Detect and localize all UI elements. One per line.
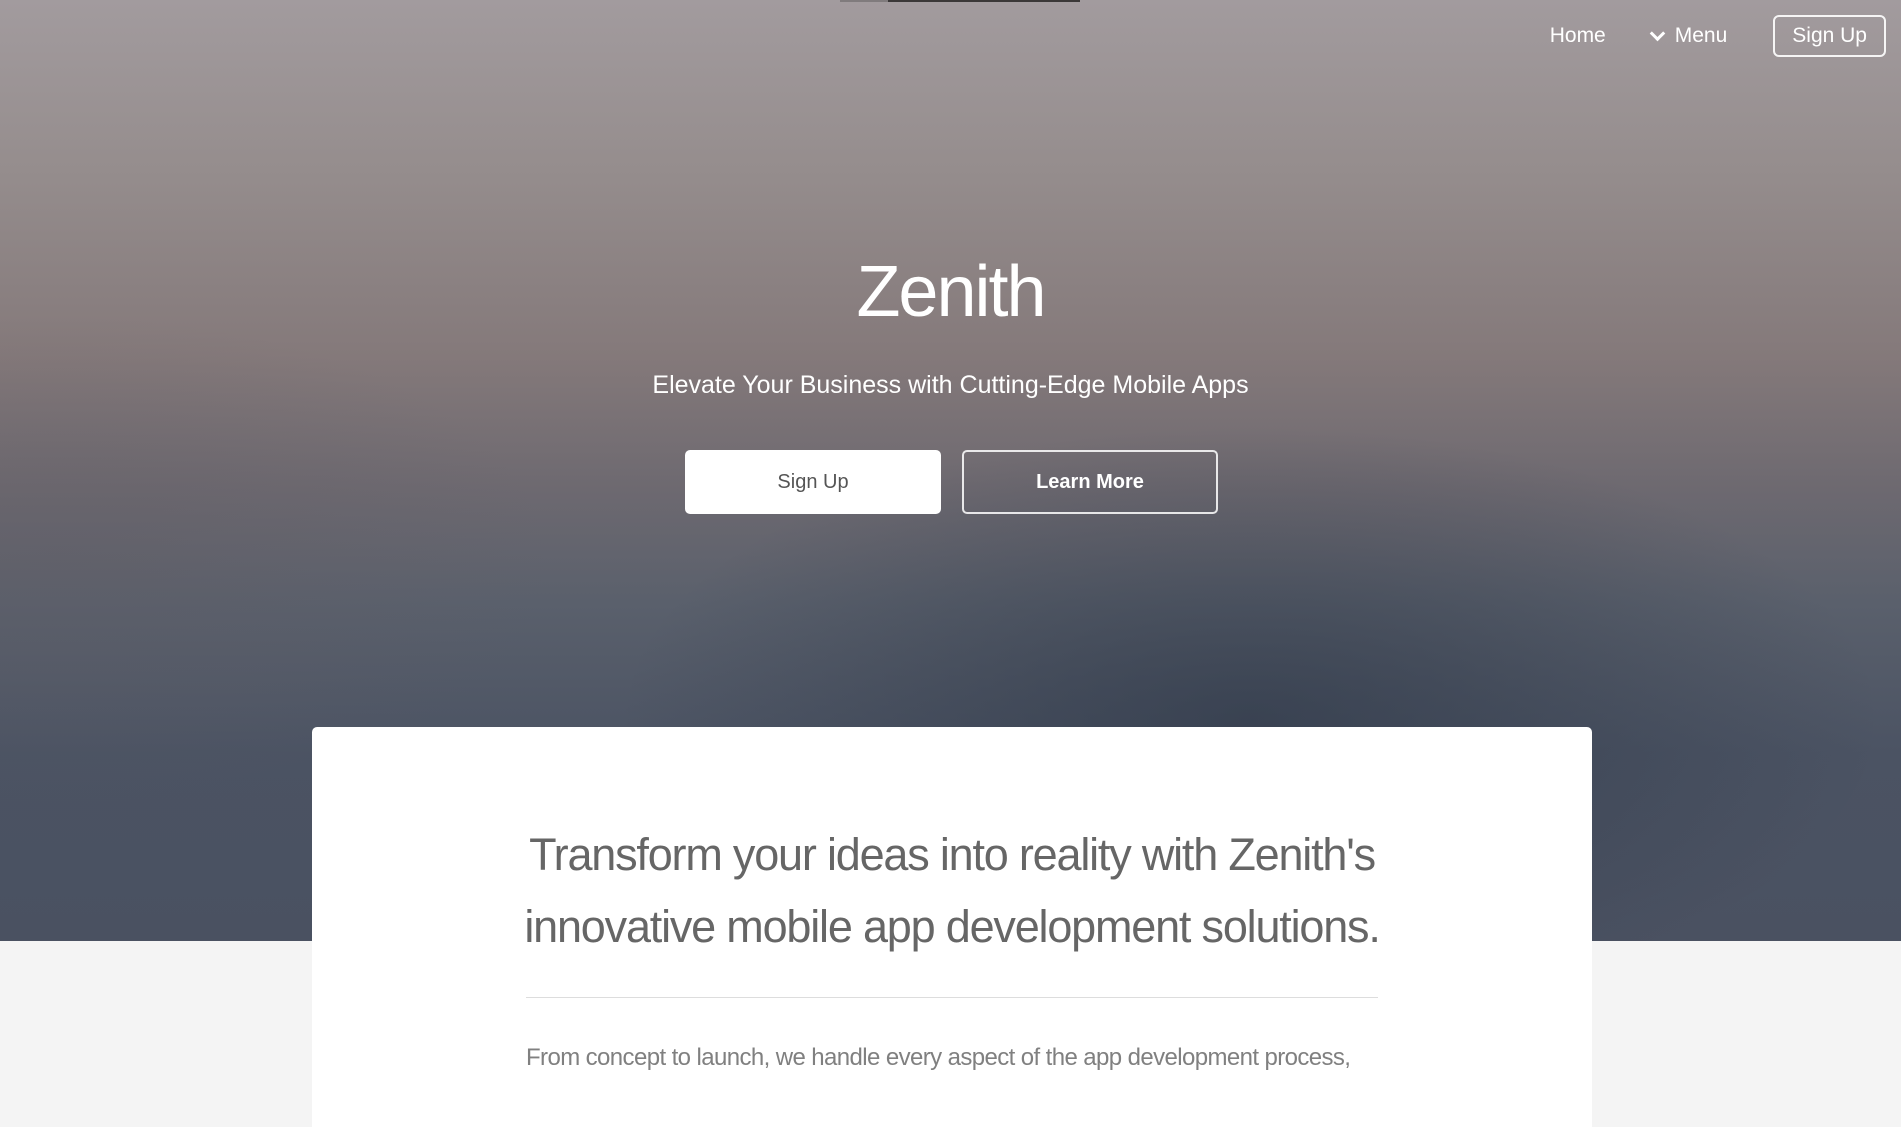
intro-card: Transform your ideas into reality with Z…: [312, 727, 1592, 1127]
chevron-down-icon: [1649, 25, 1666, 41]
nav-menu-toggle[interactable]: Menu: [1649, 24, 1728, 48]
top-scroll-indicator: [840, 0, 1080, 2]
top-navigation: Home Menu Sign Up: [1550, 15, 1886, 57]
nav-signup-button[interactable]: Sign Up: [1773, 15, 1886, 57]
nav-home-label: Home: [1549, 24, 1606, 47]
intro-line-1: Transform your ideas into reality with Z…: [529, 829, 1376, 880]
intro-heading: Transform your ideas into reality with Z…: [312, 819, 1592, 963]
hero-subtitle: Elevate Your Business with Cutting-Edge …: [652, 371, 1249, 399]
section-divider: [526, 997, 1378, 998]
hero-title: Zenith: [856, 252, 1046, 332]
nav-menu-label: Menu: [1674, 24, 1728, 47]
intro-line-2: innovative mobile app development soluti…: [524, 901, 1380, 952]
hero-signup-button[interactable]: Sign Up: [685, 450, 941, 514]
learn-more-button[interactable]: Learn More: [962, 450, 1218, 514]
intro-body-text: From concept to launch, we handle every …: [526, 1044, 1351, 1071]
nav-home-link[interactable]: Home: [1550, 24, 1606, 48]
